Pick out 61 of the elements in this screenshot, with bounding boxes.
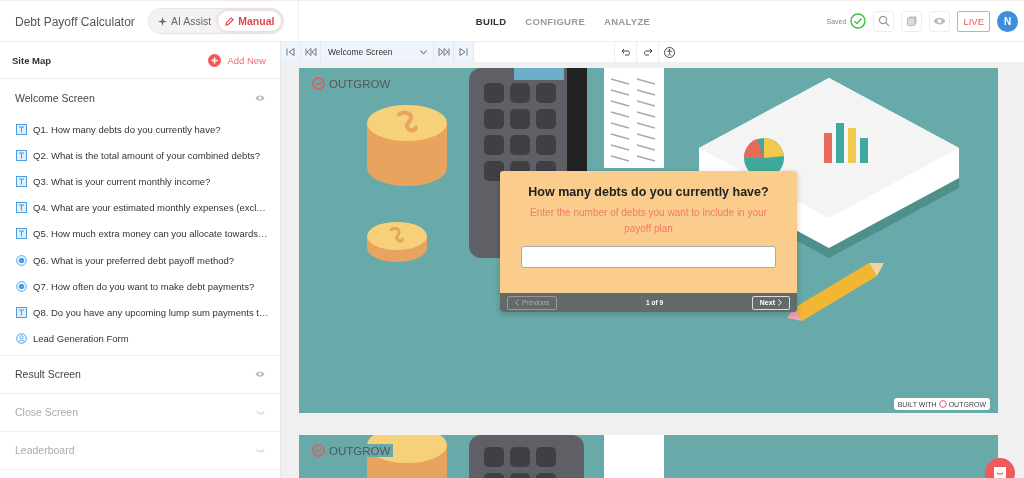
text-field-icon [16, 228, 27, 240]
search-button[interactable] [873, 10, 895, 32]
rewind-icon [304, 48, 317, 56]
question-item[interactable]: Q4. What are your estimated monthly expenses (excl… [33, 202, 266, 214]
receipt-drawing [604, 435, 664, 478]
plus-icon [208, 53, 222, 67]
text-field-icon [16, 123, 27, 135]
question-item[interactable]: Q8. Do you have any upcoming lump sum payments t… [33, 306, 269, 318]
section-item[interactable]: Welcome Screen [15, 91, 95, 104]
skip-start-icon [286, 48, 295, 56]
question-item[interactable]: Lead Generation Form [33, 333, 129, 345]
radio-icon [16, 280, 27, 292]
chevron-left-icon [515, 299, 519, 306]
mode-button[interactable]: AI Assist [151, 11, 219, 31]
caret-icon [420, 49, 427, 55]
accessibility-icon [664, 46, 675, 58]
question-item[interactable]: Q1. How many debts do you currently have? [33, 123, 221, 135]
app-title: Debt Payoff Calculator [15, 15, 135, 29]
mode-button[interactable]: Manual [218, 11, 282, 31]
logo-icon [938, 400, 947, 408]
duplicate-button[interactable] [901, 10, 923, 32]
logo-icon [312, 77, 325, 90]
question-item[interactable]: Q6. What is your preferred debt payoff method? [33, 254, 235, 266]
user-icon [16, 333, 27, 345]
text-field-icon [16, 149, 27, 161]
radio-icon [16, 254, 27, 266]
question-item[interactable]: Q7. How often do you want to make debt payments? [33, 280, 255, 292]
brand-name: OUTGROW [329, 77, 391, 90]
question-hint: Enter the number of debts you want to include in your payoff plan [529, 206, 768, 236]
eye-icon[interactable] [255, 370, 265, 379]
question-title: How many debts do you currently have? [528, 185, 769, 199]
question-item[interactable]: Q5. How much extra money can you allocate towards… [33, 228, 268, 240]
chat-icon [993, 466, 1007, 478]
coin-drawing [367, 222, 427, 262]
answer-field[interactable] [521, 246, 776, 268]
redo-icon [642, 48, 653, 56]
chevron-right-icon [778, 299, 782, 306]
brand-name: OUTGROW [329, 444, 391, 457]
sidebar-title: Site Map [12, 54, 52, 66]
search-icon [877, 15, 890, 27]
question-item[interactable]: Q2. What is the total amount of your combined debts? [33, 149, 261, 161]
sparkle-icon [158, 16, 167, 26]
check-circle-icon [850, 13, 867, 29]
fast-forward-icon [437, 48, 450, 56]
text-field-icon [16, 202, 27, 214]
undo-icon [620, 48, 631, 56]
section-item[interactable]: Result Screen [15, 368, 81, 381]
eye-icon[interactable] [255, 93, 265, 102]
question-item[interactable]: Q3. What is your current monthly income? [33, 175, 211, 187]
live-button[interactable]: LIVE [957, 10, 990, 32]
logo-icon [312, 444, 325, 457]
eye-icon [933, 16, 947, 26]
closed-eye-icon[interactable] [256, 447, 265, 453]
preview-button[interactable] [929, 10, 951, 32]
text-field-icon [16, 175, 27, 187]
closed-eye-icon[interactable] [256, 409, 265, 415]
text-field-icon [16, 306, 27, 318]
nav-tab[interactable]: BUILD [475, 15, 507, 27]
pencil-icon [225, 16, 235, 26]
skip-end-icon [459, 48, 468, 56]
copy-icon [905, 15, 918, 27]
